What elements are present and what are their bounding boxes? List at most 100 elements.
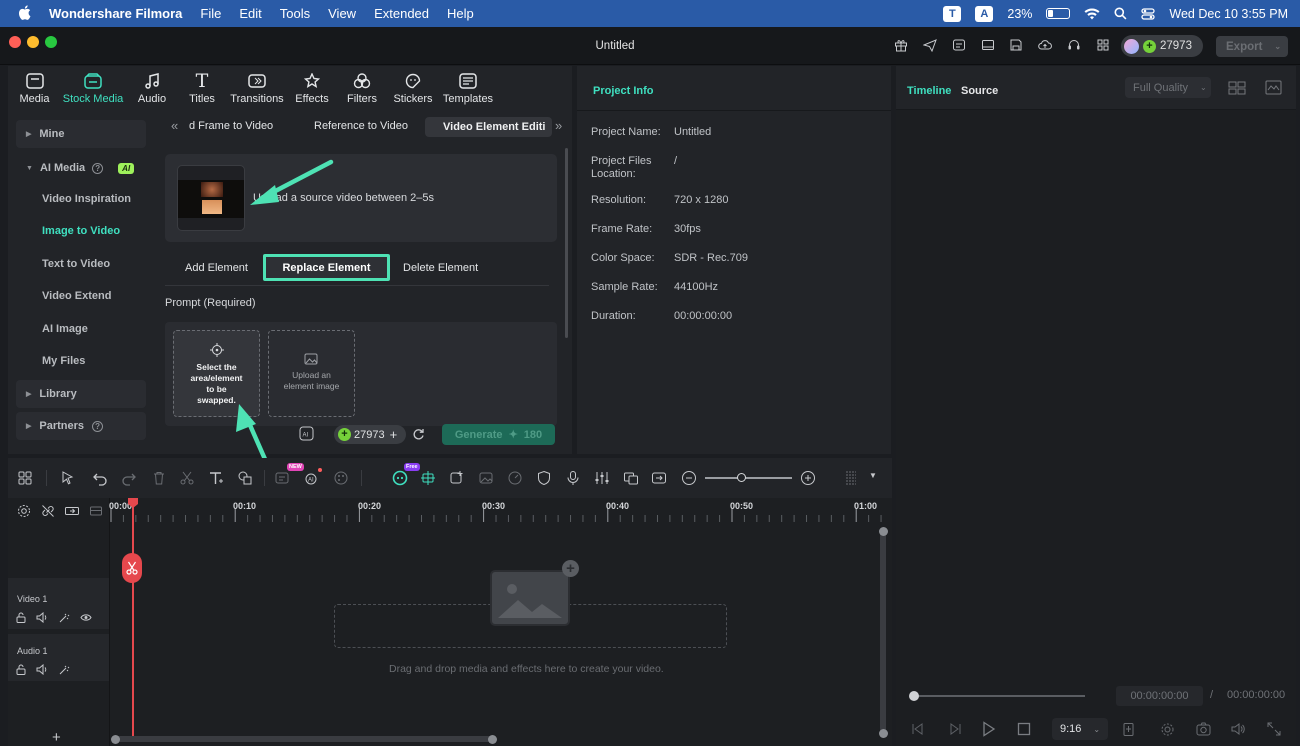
chevron-down-icon: ⌄: [1093, 724, 1101, 734]
track-manager-icon[interactable]: [89, 504, 103, 518]
scissors-icon: [126, 561, 138, 575]
ai-mate-icon[interactable]: [392, 470, 408, 486]
tab-source[interactable]: Source: [961, 85, 998, 97]
toolbar-divider: [361, 470, 362, 486]
eye-icon[interactable]: [80, 613, 92, 622]
info-value: 00:00:00:00: [674, 310, 733, 322]
link-tracks-icon[interactable]: [64, 504, 80, 518]
chevron-down-icon[interactable]: ▼: [869, 471, 877, 480]
color-palette-icon[interactable]: [333, 470, 349, 486]
vertical-scroll-start[interactable]: [879, 527, 888, 536]
free-badge: Free: [404, 463, 420, 471]
hide-effects-icon[interactable]: [58, 612, 70, 623]
audio-track-label: Audio 1: [17, 646, 48, 656]
mask-shield-icon[interactable]: [536, 470, 552, 486]
aspect-ratio-dropdown[interactable]: 9:16 ⌄: [1052, 718, 1108, 740]
timeline-area: 00:00 00:10 00:20 00:30 00:40 00:50 01:0…: [8, 498, 892, 746]
vertical-scrollbar[interactable]: [880, 528, 886, 738]
speed-icon[interactable]: [507, 470, 523, 486]
mark-in-icon[interactable]: [1122, 722, 1136, 737]
playhead-line: [132, 504, 134, 740]
quality-dropdown[interactable]: Full Quality ⌄: [1125, 77, 1211, 98]
image-placeholder-icon: [498, 584, 562, 618]
current-time-box: 00:00:00:00: [1116, 686, 1203, 706]
info-label: Project Name:: [591, 126, 661, 138]
render-settings-icon[interactable]: [1160, 722, 1175, 737]
select-cursor-icon[interactable]: [60, 470, 76, 486]
undo-icon[interactable]: [92, 470, 108, 486]
vertical-scroll-end[interactable]: [879, 729, 888, 738]
info-label: Color Space:: [591, 252, 655, 264]
hide-effects-icon[interactable]: [58, 664, 70, 675]
volume-icon[interactable]: [1230, 722, 1246, 736]
delete-icon[interactable]: [151, 470, 167, 486]
info-label: Duration:: [591, 310, 636, 322]
redo-icon[interactable]: [121, 470, 137, 486]
info-value: 30fps: [674, 223, 701, 235]
zoom-slider-handle[interactable]: [737, 473, 746, 482]
toolbar-divider: [46, 470, 47, 486]
preview-panel: Timeline Source Full Quality ⌄ 00:00:00:…: [896, 66, 1296, 746]
video-track-header[interactable]: Video 1: [8, 578, 109, 629]
playhead-scissors-handle[interactable]: [122, 553, 142, 583]
microphone-icon[interactable]: [565, 470, 581, 486]
split-scissors-icon[interactable]: [179, 470, 195, 486]
playback-progress-handle[interactable]: [909, 691, 919, 701]
layout-panels-icon[interactable]: [17, 470, 33, 486]
ruler-label: 00:30: [482, 501, 506, 511]
fullscreen-icon[interactable]: [1267, 722, 1281, 736]
horizontal-scroll-start[interactable]: [111, 735, 120, 744]
zoom-in-icon[interactable]: [800, 470, 816, 486]
zoom-out-icon[interactable]: [681, 470, 697, 486]
ruler-label: 00:40: [606, 501, 630, 511]
snapshot-camera-icon[interactable]: [1196, 722, 1211, 736]
replace-clip-icon[interactable]: [623, 470, 639, 486]
aspect-ratio-value: 9:16: [1060, 723, 1082, 735]
stop-icon[interactable]: [1017, 722, 1031, 736]
lock-icon[interactable]: [16, 664, 26, 675]
snap-icon[interactable]: [420, 470, 436, 486]
video-track-label: Video 1: [17, 594, 48, 604]
tab-timeline[interactable]: Timeline: [907, 85, 951, 97]
notification-dot: [318, 468, 322, 472]
audio-mixer-icon[interactable]: [594, 470, 610, 486]
add-track-button[interactable]: +: [52, 729, 61, 746]
project-info-panel: Project Info Project Name: Untitled Proje…: [577, 66, 891, 454]
timeline-settings-icon[interactable]: [17, 504, 31, 518]
horizontal-scroll-end[interactable]: [488, 735, 497, 744]
lock-icon[interactable]: [16, 612, 26, 623]
auto-reframe-icon[interactable]: [651, 470, 667, 486]
previous-frame-icon[interactable]: [910, 722, 926, 736]
add-marker-icon[interactable]: [449, 470, 465, 486]
info-label: Resolution:: [591, 194, 647, 206]
info-value: /: [674, 155, 678, 167]
ai-tools-icon[interactable]: AI: [304, 470, 320, 486]
shapes-icon[interactable]: [237, 470, 253, 486]
audio-track-header[interactable]: Audio 1: [8, 634, 109, 681]
info-label: Sample Rate:: [591, 281, 658, 293]
svg-text:AI: AI: [308, 478, 314, 484]
scopes-icon[interactable]: [1265, 80, 1282, 95]
zoom-slider-track[interactable]: [705, 477, 792, 479]
next-frame-icon[interactable]: [947, 722, 963, 736]
ruler-label: 00:10: [233, 501, 257, 511]
track-settings-icon[interactable]: [843, 470, 859, 486]
playback-progress-track[interactable]: [914, 695, 1085, 697]
image-edit-icon[interactable]: [478, 470, 494, 486]
new-badge: NEW: [287, 463, 304, 471]
play-icon[interactable]: [982, 721, 996, 737]
info-value: SDR - Rec.709: [674, 252, 748, 264]
unlink-icon[interactable]: [41, 504, 55, 518]
info-value: Untitled: [674, 126, 712, 138]
volume-icon[interactable]: [36, 664, 48, 675]
total-time: 00:00:00:00: [1227, 689, 1286, 701]
volume-icon[interactable]: [36, 612, 48, 623]
text-tool-icon[interactable]: [208, 470, 224, 486]
chevron-down-icon: ⌄: [1200, 83, 1207, 92]
ai-copywriting-icon[interactable]: [274, 470, 290, 486]
grid-view-icon[interactable]: [1228, 81, 1246, 95]
ruler-label: 01:00: [854, 501, 878, 511]
drop-hint: Drag and drop media and effects here to …: [389, 663, 664, 675]
divider: [577, 110, 891, 111]
horizontal-scrollbar[interactable]: [113, 736, 496, 742]
